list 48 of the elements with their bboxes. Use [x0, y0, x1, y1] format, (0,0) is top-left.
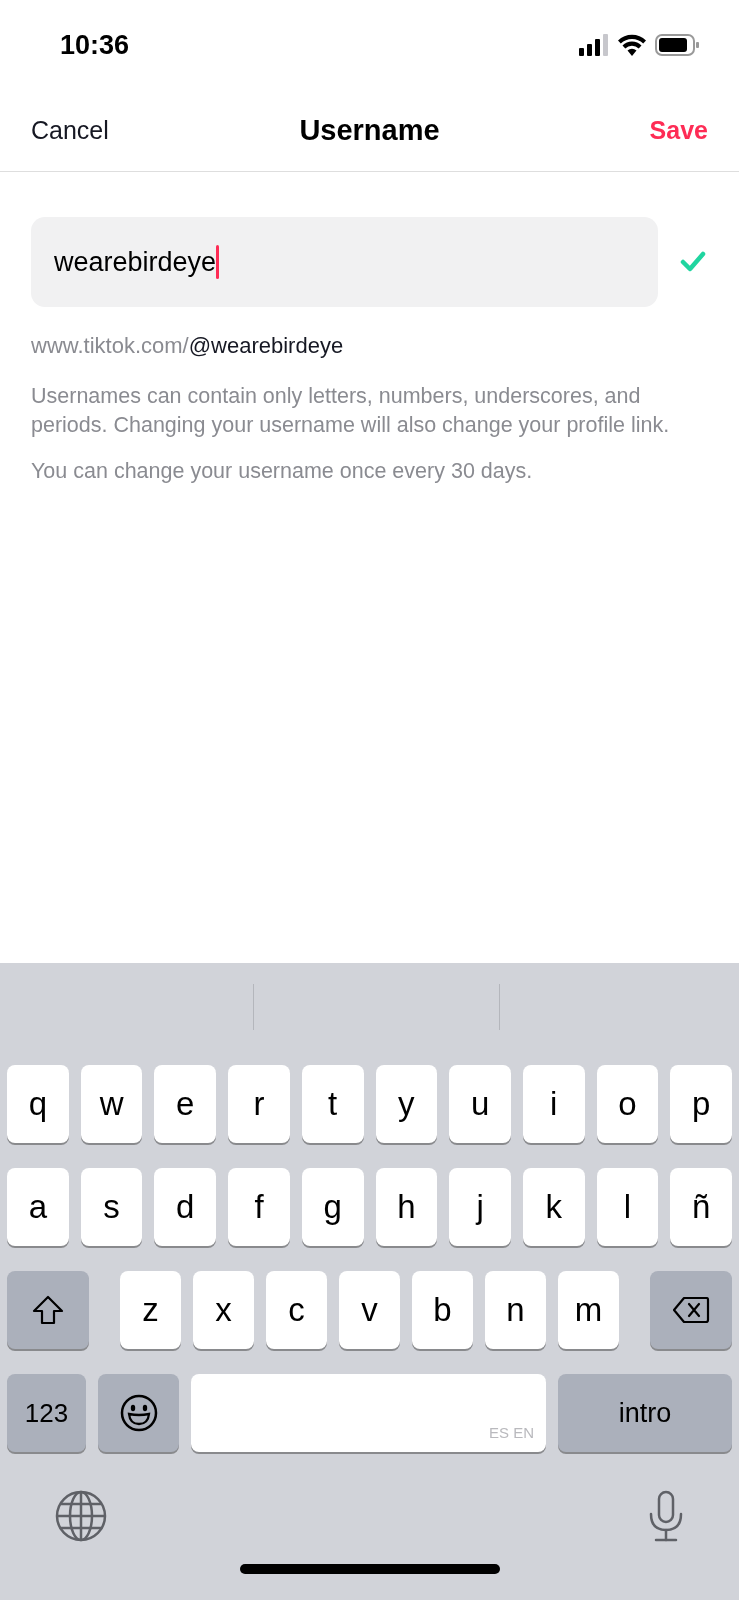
- key[interactable]: i: [522, 1065, 585, 1143]
- key[interactable]: p: [670, 1065, 733, 1143]
- key[interactable]: k: [522, 1168, 585, 1246]
- wifi-icon: [618, 34, 646, 56]
- shift-key[interactable]: [7, 1271, 89, 1349]
- status-time: 10:36: [60, 28, 130, 62]
- save-button[interactable]: Save: [649, 111, 708, 150]
- key[interactable]: g: [301, 1168, 364, 1246]
- shift-icon: [32, 1295, 64, 1325]
- key[interactable]: f: [228, 1168, 290, 1246]
- globe-icon[interactable]: [55, 1490, 107, 1542]
- return-key[interactable]: intro: [558, 1374, 732, 1452]
- key[interactable]: h: [375, 1168, 438, 1246]
- key[interactable]: n: [485, 1271, 546, 1349]
- key[interactable]: v: [339, 1271, 400, 1349]
- username-field[interactable]: wearebirdeye: [31, 217, 658, 307]
- key[interactable]: y: [375, 1065, 438, 1143]
- help-text: Usernames can contain only letters, numbers, underscores, and periods. Changing your username will also change your profile link.: [31, 383, 671, 439]
- delete-icon: [672, 1296, 710, 1324]
- key[interactable]: e: [154, 1065, 217, 1143]
- emoji-key[interactable]: [98, 1374, 179, 1452]
- key[interactable]: l: [596, 1168, 659, 1246]
- numbers-key[interactable]: 123: [7, 1374, 86, 1452]
- key[interactable]: o: [596, 1065, 659, 1143]
- emoji-icon: [119, 1394, 158, 1432]
- signal-icon: [579, 34, 609, 56]
- key[interactable]: u: [449, 1065, 511, 1143]
- key[interactable]: r: [228, 1065, 290, 1143]
- key[interactable]: j: [449, 1168, 511, 1246]
- microphone-icon[interactable]: [648, 1490, 684, 1542]
- key[interactable]: b: [412, 1271, 473, 1349]
- key[interactable]: s: [80, 1168, 143, 1246]
- key[interactable]: a: [7, 1168, 69, 1246]
- key[interactable]: c: [266, 1271, 327, 1349]
- delete-key[interactable]: [650, 1271, 732, 1349]
- key[interactable]: x: [193, 1271, 254, 1349]
- key[interactable]: d: [154, 1168, 217, 1246]
- cancel-button[interactable]: Cancel: [31, 111, 109, 150]
- limit-note: You can change your username once every 30 days.: [31, 458, 534, 485]
- key[interactable]: m: [558, 1271, 619, 1349]
- key[interactable]: ñ: [670, 1168, 733, 1246]
- page-title: Username: [299, 112, 440, 148]
- key[interactable]: z: [120, 1271, 181, 1349]
- key[interactable]: q: [7, 1065, 69, 1143]
- key[interactable]: w: [80, 1065, 143, 1143]
- battery-icon: [655, 34, 699, 56]
- key[interactable]: t: [301, 1065, 364, 1143]
- language-label: ES EN: [489, 1422, 534, 1443]
